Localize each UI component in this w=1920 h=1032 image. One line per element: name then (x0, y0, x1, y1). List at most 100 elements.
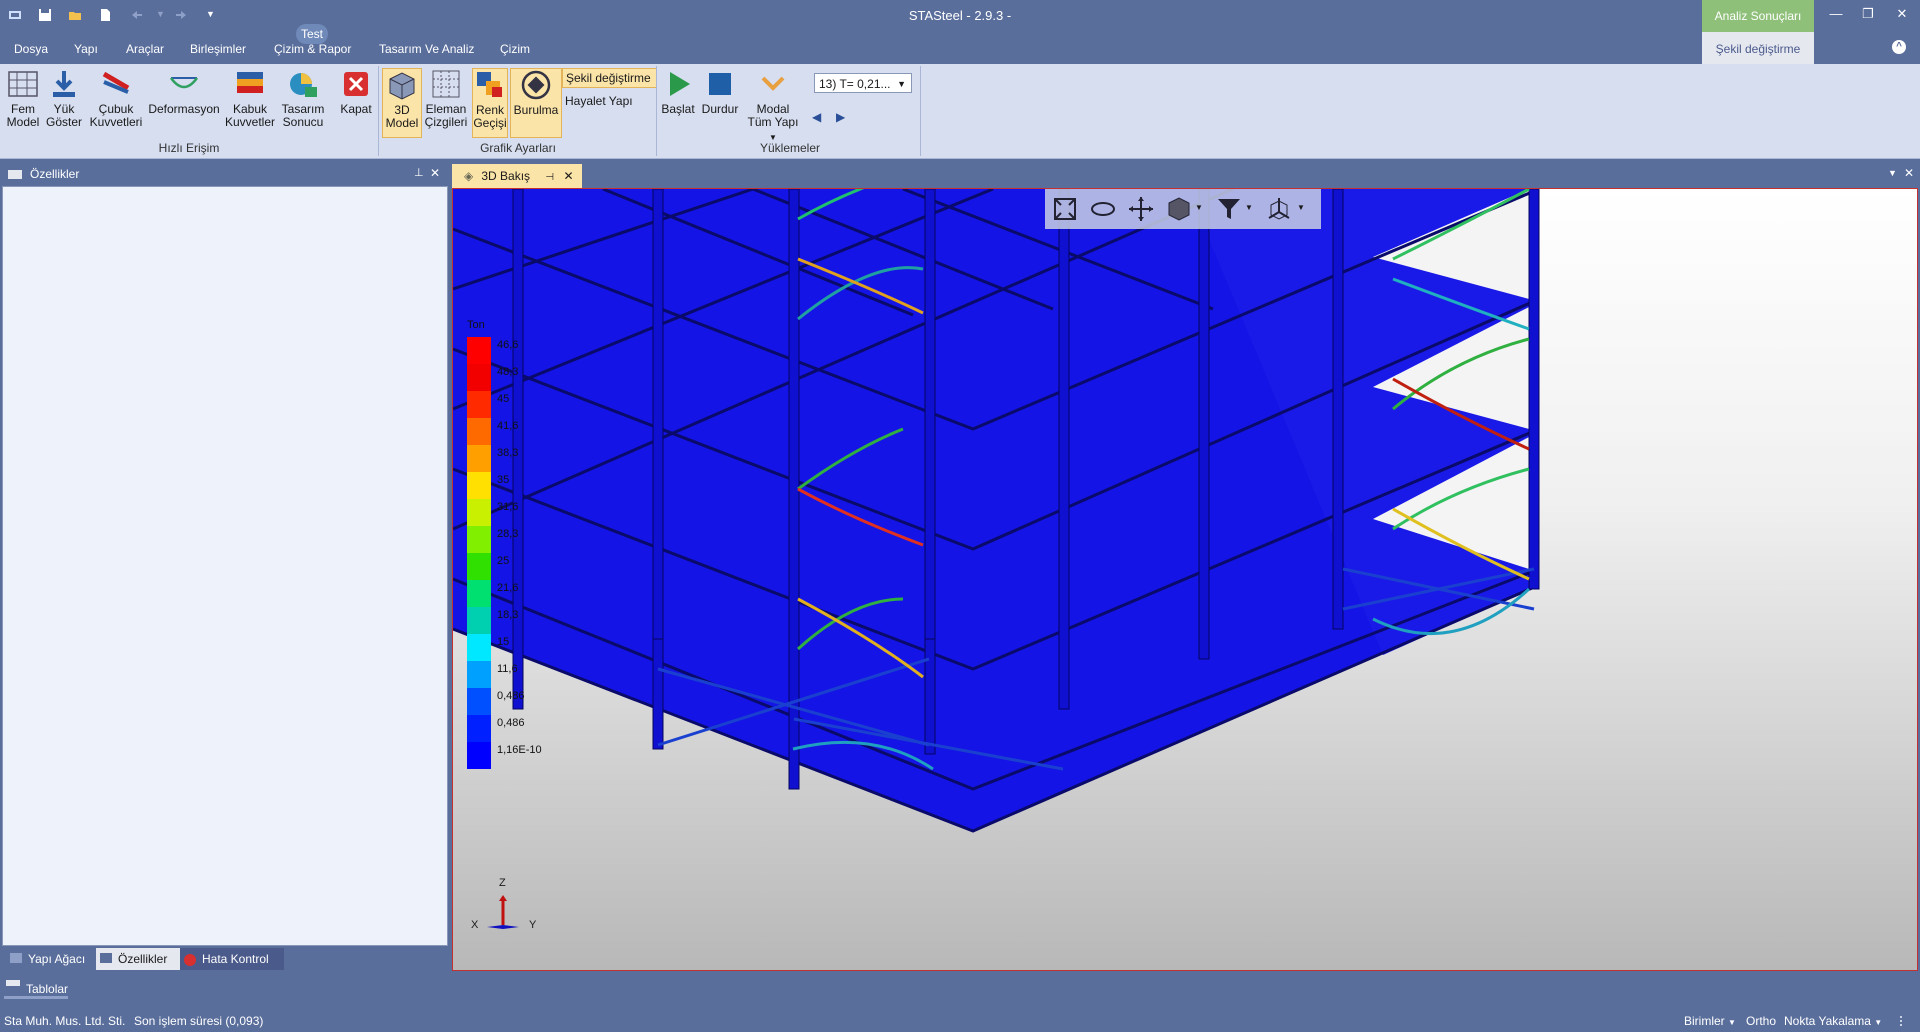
deformasyon-button[interactable]: Deformasyon (148, 68, 220, 116)
cubuk-kuvvetleri-button[interactable]: Çubuk Kuvvetleri (88, 68, 144, 129)
menu-yapi[interactable]: Yapı (74, 42, 98, 56)
tab-ozellikler-label: Özellikler (118, 952, 168, 966)
close-red-icon (344, 72, 368, 96)
yuk-goster-button[interactable]: Yük Göster (44, 68, 84, 129)
panel-close-icon[interactable]: ✕ (430, 166, 440, 180)
tab-3d-bakis[interactable]: ◈ 3D Bakış ⊣ ✕ (452, 164, 582, 188)
tasarim-sonucu-button[interactable]: Tasarım Sonucu (280, 68, 326, 129)
legend-value: 0,486 (497, 690, 525, 702)
3d-view-icon: ◈ (464, 169, 474, 183)
view-cube-icon[interactable] (1165, 195, 1193, 223)
legend-value: 41,6 (497, 420, 519, 432)
legend-value: 25 (497, 555, 510, 567)
ribbon-separator (920, 66, 921, 156)
tablolar-panel[interactable]: Tablolar (0, 978, 200, 999)
yuk-goster-label-1: Yük (53, 102, 75, 116)
axis-x-label: X (471, 919, 479, 931)
legend-color-cell (467, 607, 491, 634)
kabuk-kuvvetler-button[interactable]: Kabuk Kuvvetler (224, 68, 276, 129)
properties-panel-body (2, 186, 448, 946)
design-result-icon (290, 73, 317, 97)
context-tab-analiz-sonuclari[interactable]: Analiz Sonuçları (1702, 0, 1814, 32)
filter-dropdown-icon[interactable]: ▼ (1245, 203, 1253, 212)
ribbon-separator (378, 66, 379, 156)
prev-mode-icon[interactable]: ◀ (812, 110, 821, 124)
tab-ozellikler[interactable]: Özellikler (96, 948, 184, 970)
rotate-icon[interactable] (1089, 195, 1117, 223)
resize-grip-icon[interactable] (1900, 1016, 1914, 1026)
axes-view-dropdown-icon[interactable]: ▼ (1297, 203, 1305, 212)
modal-tum-yapi-button[interactable]: Modal Tüm Yapı ▼ (744, 68, 802, 144)
legend-color-cell (467, 391, 491, 418)
fem-model-icon (8, 71, 38, 97)
eleman-cizgileri-button[interactable]: Eleman Çizgileri (424, 68, 468, 129)
hayalet-yapi-toggle[interactable]: Hayalet Yapı (565, 94, 633, 108)
sekil-degistirme-toggle[interactable]: Şekil değiştirme (562, 68, 657, 88)
ribbon: Fem Model Yük Göster Çubuk Kuvvetleri Defor… (0, 64, 1920, 159)
durdur-label: Durdur (701, 102, 739, 116)
pan-icon[interactable] (1127, 195, 1155, 223)
zoom-extents-icon[interactable] (1051, 195, 1079, 223)
member-forces-icon (102, 71, 130, 94)
tab-pin-icon[interactable]: ⊣ (545, 172, 554, 183)
tab-yapi-agaci-label: Yapı Ağacı (28, 952, 86, 966)
next-mode-icon[interactable]: ▶ (836, 110, 845, 124)
menu-birlesimler[interactable]: Birleşimler (190, 42, 246, 56)
tablolar-label: Tablolar (26, 982, 69, 996)
document-close-icon[interactable]: ✕ (1904, 166, 1914, 180)
kapat-button[interactable]: Kapat (334, 68, 378, 116)
error-icon (184, 953, 196, 966)
durdur-button[interactable]: Durdur (700, 68, 740, 116)
menu-cizim[interactable]: Çizim (500, 42, 530, 56)
legend-color-cell (467, 445, 491, 472)
help-icon[interactable]: ^ (1892, 40, 1906, 54)
birimler-dropdown[interactable]: Birimler ▼ (1684, 1014, 1736, 1028)
view-cube-dropdown-icon[interactable]: ▼ (1195, 203, 1203, 212)
menu-dosya[interactable]: Dosya (14, 42, 48, 56)
legend-scale: 46,6 48,3 45 41,6 38,3 35 31,6 28,3 25 21,6 18,3 15… (467, 337, 567, 777)
legend-value: 18,3 (497, 609, 519, 621)
birimler-label: Birimler (1684, 1014, 1725, 1028)
mode-select[interactable]: 13) T= 0,21... ▼ (814, 73, 912, 93)
legend-color-cell (467, 634, 491, 661)
axis-z-label: Z (499, 877, 506, 889)
tab-yapi-agaci[interactable]: Yapı Ağacı (6, 948, 98, 970)
structure-model[interactable] (453, 189, 1917, 970)
legend-color-cell (467, 661, 491, 688)
ortho-toggle[interactable]: Ortho (1746, 1014, 1776, 1028)
nokta-yakalama-dropdown[interactable]: Nokta Yakalama ▼ (1784, 1014, 1882, 1028)
document-tab-bar: ◈ 3D Bakış ⊣ ✕ ▼ ✕ (450, 162, 1920, 188)
3d-viewport[interactable]: ▼ ▼ ▼ Ton 46,6 48,3 45 41,6 38,3 35 31,6 28,3 25… (452, 188, 1918, 971)
legend-color-cell (467, 364, 491, 391)
3d-model-icon (389, 72, 415, 100)
context-subtab-sekil-degistirme[interactable]: Şekil değiştirme (1702, 32, 1814, 64)
menu-araclar[interactable]: Araçlar (126, 42, 164, 56)
3d-model-button[interactable]: 3D Model (382, 68, 422, 138)
tab-list-dropdown-icon[interactable]: ▼ (1888, 168, 1897, 178)
left-panel-tabs: Yapı Ağacı Özellikler Hata Kontrol (0, 946, 448, 972)
fem-model-button[interactable]: Fem Model (4, 68, 42, 129)
3d-model-label-1: 3D (394, 103, 410, 117)
tasarim-sonucu-label-1: Tasarım (281, 102, 325, 116)
legend-value: 48,3 (497, 366, 519, 378)
legend-unit: Ton (467, 319, 485, 331)
3d-view-toolbar: ▼ ▼ ▼ (1045, 189, 1321, 229)
tab-hata-kontrol[interactable]: Hata Kontrol (180, 948, 284, 970)
restore-icon[interactable]: ❐ (1858, 6, 1878, 22)
baslat-button[interactable]: Başlat (660, 68, 696, 116)
pin-icon[interactable]: ⊥ (414, 166, 424, 179)
menu-cizim-rapor[interactable]: Çizim & Rapor (274, 42, 351, 56)
properties-icon (100, 953, 112, 963)
close-icon[interactable]: ✕ (1892, 6, 1912, 22)
properties-panel-header: Özellikler ⊥ ✕ (0, 162, 448, 186)
menu-tasarim-ve-analiz[interactable]: Tasarım Ve Analiz (379, 42, 474, 56)
axes-view-icon[interactable] (1265, 195, 1293, 223)
filter-icon[interactable] (1215, 195, 1243, 223)
panel-icon (8, 170, 22, 179)
renk-gecisi-button[interactable]: Renk Geçişi (472, 68, 508, 138)
burulma-button[interactable]: Burulma (510, 68, 562, 138)
tab-close-icon[interactable]: ✕ (563, 169, 573, 183)
legend-value: 15 (497, 636, 510, 648)
stop-icon (709, 73, 731, 95)
minimize-icon[interactable]: — (1826, 6, 1846, 22)
